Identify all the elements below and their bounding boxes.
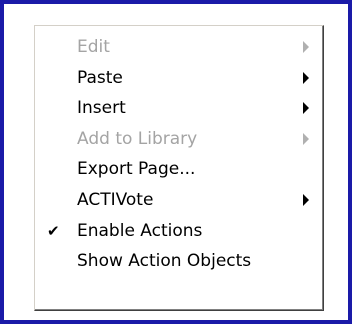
menu-item-add-to-library: Add to Library xyxy=(35,124,323,155)
menu-item-label: Export Page... xyxy=(77,159,196,180)
menu-item-show-action-objects[interactable]: Show Action Objects xyxy=(35,246,323,277)
window-frame: Edit Paste Insert Add to Library Export … xyxy=(0,0,352,324)
context-menu: Edit Paste Insert Add to Library Export … xyxy=(34,25,324,311)
menu-item-edit: Edit xyxy=(35,32,323,63)
menu-item-insert[interactable]: Insert xyxy=(35,93,323,124)
menu-item-label: ACTIVote xyxy=(77,189,154,210)
submenu-arrow-icon xyxy=(303,133,309,146)
menu-item-label: Paste xyxy=(77,67,123,88)
menu-item-enable-actions[interactable]: ✔ Enable Actions xyxy=(35,216,323,247)
menu-item-export-page[interactable]: Export Page... xyxy=(35,154,323,185)
submenu-arrow-icon xyxy=(303,194,309,207)
submenu-arrow-icon xyxy=(303,102,309,115)
submenu-arrow-icon xyxy=(303,41,309,54)
checkmark-icon: ✔ xyxy=(47,221,60,240)
submenu-arrow-icon xyxy=(303,71,309,84)
menu-item-activote[interactable]: ACTIVote xyxy=(35,185,323,216)
menu-item-label: Edit xyxy=(77,37,110,57)
menu-item-label: Insert xyxy=(77,98,126,119)
menu-item-paste[interactable]: Paste xyxy=(35,63,323,94)
menu-item-label: Add to Library xyxy=(77,128,198,149)
menu-item-label: Enable Actions xyxy=(77,220,203,241)
menu-item-label: Show Action Objects xyxy=(77,251,252,272)
